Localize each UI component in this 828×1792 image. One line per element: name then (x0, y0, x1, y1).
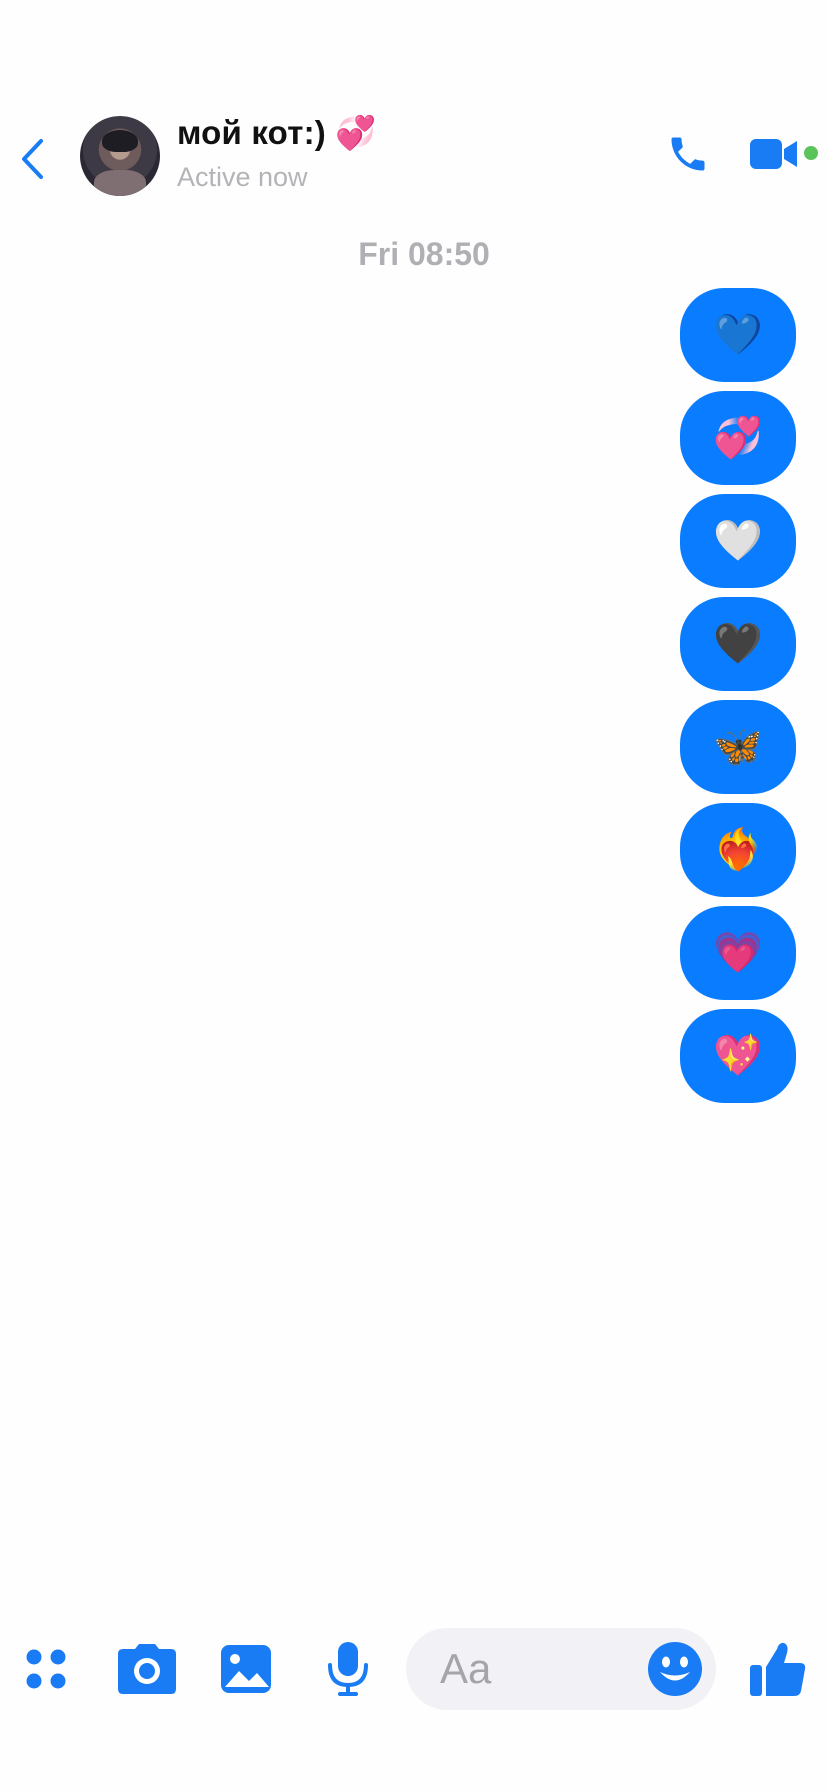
message-emoji: 🦋 (713, 725, 763, 769)
contact-name[interactable]: мой кот:) 💞 (177, 114, 377, 153)
gallery-button[interactable] (218, 1641, 274, 1697)
apps-grid-icon (26, 1649, 66, 1689)
message-timestamp: Fri 08:50 (358, 236, 490, 272)
message-emoji: 🖤 (713, 622, 763, 666)
back-button[interactable] (14, 136, 50, 182)
thumbs-up-icon (750, 1642, 806, 1696)
camera-button[interactable] (116, 1641, 178, 1697)
message-emoji: ❤️‍🔥 (713, 828, 763, 872)
camera-icon (118, 1644, 176, 1694)
message-emoji: 🤍 (713, 519, 763, 563)
message-emoji: 💞 (713, 416, 763, 460)
video-camera-icon (750, 139, 797, 169)
message-input[interactable] (440, 1644, 640, 1694)
sent-message-bubble[interactable]: 💗 (680, 906, 796, 1000)
smiley-icon (648, 1642, 702, 1696)
emoji-button[interactable] (646, 1640, 704, 1698)
more-actions-button[interactable] (18, 1641, 74, 1697)
phone-icon (671, 137, 705, 171)
sent-message-bubble[interactable]: 💖 (680, 1009, 796, 1103)
messenger-chat-screen: мой кот:) 💞 Active now Fri 08:50 💙 💞 🤍 🖤 (0, 0, 828, 1792)
avatar-hair (102, 130, 138, 152)
chat-header: мой кот:) 💞 Active now (0, 100, 828, 210)
message-emoji: 💖 (713, 1034, 763, 1078)
message-emoji: 💗 (713, 931, 763, 975)
sent-message-bubble[interactable]: 💞 (680, 391, 796, 485)
message-list: 💙 💞 🤍 🖤 🦋 ❤️‍🔥 💗 💖 (680, 288, 796, 1112)
video-call-button[interactable] (748, 134, 800, 174)
message-input-container (406, 1628, 716, 1710)
contact-avatar[interactable] (80, 116, 160, 196)
audio-call-button[interactable] (664, 130, 712, 178)
sent-message-bubble[interactable]: 🦋 (680, 700, 796, 794)
sent-message-bubble[interactable]: 🤍 (680, 494, 796, 588)
microphone-icon (328, 1642, 368, 1696)
message-composer (0, 1626, 828, 1712)
avatar-shirt (94, 170, 146, 196)
sent-message-bubble[interactable]: 💙 (680, 288, 796, 382)
chevron-left-icon (22, 139, 43, 179)
sent-message-bubble[interactable]: 🖤 (680, 597, 796, 691)
online-status-dot (804, 146, 818, 160)
voice-message-button[interactable] (320, 1641, 376, 1697)
image-icon (221, 1645, 271, 1693)
message-emoji: 💙 (713, 313, 763, 357)
contact-status: Active now (177, 162, 308, 192)
sent-message-bubble[interactable]: ❤️‍🔥 (680, 803, 796, 897)
like-button[interactable] (748, 1641, 808, 1697)
